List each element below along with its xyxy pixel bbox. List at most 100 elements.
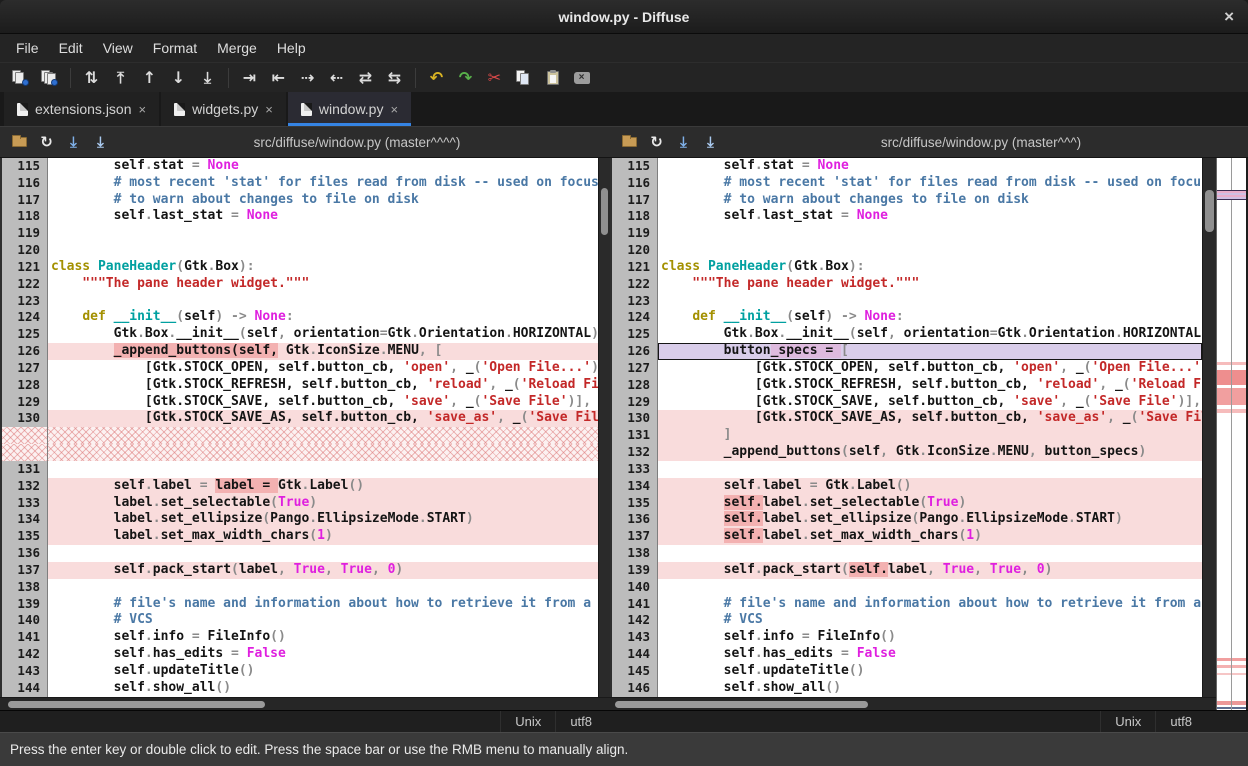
scrollbar-thumb[interactable]	[615, 701, 868, 708]
code-line[interactable]	[658, 242, 1202, 259]
copy-selection-right-button[interactable]: ⇥	[235, 65, 264, 91]
realign-all-button[interactable]: ⇅	[77, 65, 106, 91]
code-line[interactable]: # VCS	[658, 612, 1202, 629]
code-line[interactable]: def __init__(self) -> None:	[48, 309, 598, 326]
code-line[interactable]: [Gtk.STOCK_SAVE_AS, self.button_cb, 'sav…	[48, 410, 598, 427]
code-line[interactable]: # most recent 'stat' for files read from…	[658, 175, 1202, 192]
code-line[interactable]: self.pack_start(label, True, True, 0)	[48, 562, 598, 579]
code-line[interactable]: label.set_max_width_chars(1)	[48, 528, 598, 545]
code-line[interactable]: # to warn about changes to file on disk	[658, 192, 1202, 209]
code-view[interactable]: self.stat = None # most recent 'stat' fo…	[48, 158, 598, 697]
code-line[interactable]: self.stat = None	[658, 158, 1202, 175]
menu-format[interactable]: Format	[143, 37, 207, 59]
copy-left-into-selection-button[interactable]: ⇢	[293, 65, 322, 91]
reload-file-button[interactable]: ↻	[643, 130, 670, 154]
new-3-way-file-merge-button[interactable]	[35, 65, 64, 91]
code-line[interactable]	[48, 427, 598, 444]
cut-button[interactable]: ✂	[480, 65, 509, 91]
window-close-button[interactable]: ×	[1224, 0, 1234, 33]
code-line[interactable]: # to warn about changes to file on disk	[48, 192, 598, 209]
menu-merge[interactable]: Merge	[207, 37, 267, 59]
code-line[interactable]	[48, 444, 598, 461]
code-line[interactable]: _append_buttons(self, Gtk.IconSize.MENU,…	[48, 343, 598, 360]
code-line[interactable]: Gtk.Box.__init__(self, orientation=Gtk.O…	[48, 326, 598, 343]
horizontal-scrollbar[interactable]	[0, 697, 610, 710]
code-line[interactable]: self.pack_start(self.label, True, True, …	[658, 562, 1202, 579]
code-line[interactable]	[48, 225, 598, 242]
save-file-button[interactable]: ⤓	[670, 130, 697, 154]
save-file-as-button[interactable]: ⤓	[87, 130, 114, 154]
diff-overview-map[interactable]	[1216, 158, 1248, 710]
next-difference-button[interactable]: ↓	[164, 65, 193, 91]
menu-view[interactable]: View	[93, 37, 143, 59]
code-line[interactable]: self.label.set_selectable(True)	[658, 495, 1202, 512]
code-line[interactable]: self.label = Gtk.Label()	[658, 478, 1202, 495]
code-line[interactable]: self.show_all()	[658, 680, 1202, 697]
open-file-button[interactable]	[616, 130, 643, 154]
copy-button[interactable]	[509, 65, 538, 91]
code-line[interactable]: self.stat = None	[48, 158, 598, 175]
clear-edits-button[interactable]: ×	[567, 65, 596, 91]
code-line[interactable]: [Gtk.STOCK_SAVE_AS, self.button_cb, 'sav…	[658, 410, 1202, 427]
previous-difference-button[interactable]: ↑	[135, 65, 164, 91]
save-file-as-button[interactable]: ⤓	[697, 130, 724, 154]
merge-from-left-then-right-button[interactable]: ⇄	[351, 65, 380, 91]
save-file-button[interactable]: ⤓	[60, 130, 87, 154]
code-line[interactable]	[48, 461, 598, 478]
merge-from-right-then-left-button[interactable]: ⇆	[380, 65, 409, 91]
new-2-way-file-merge-button[interactable]	[6, 65, 35, 91]
scrollbar-thumb[interactable]	[1205, 190, 1214, 232]
code-line[interactable]: def __init__(self) -> None:	[658, 309, 1202, 326]
code-line[interactable]: self.has_edits = False	[658, 646, 1202, 663]
code-line[interactable]: """The pane header widget."""	[658, 276, 1202, 293]
code-line[interactable]	[658, 293, 1202, 310]
code-line[interactable]: self.last_stat = None	[48, 208, 598, 225]
reload-file-button[interactable]: ↻	[33, 130, 60, 154]
code-line[interactable]: # file's name and information about how …	[658, 596, 1202, 613]
paste-button[interactable]	[538, 65, 567, 91]
code-view[interactable]: self.stat = None # most recent 'stat' fo…	[658, 158, 1202, 697]
tab-close-button[interactable]: ×	[390, 102, 398, 117]
code-line[interactable]: [Gtk.STOCK_REFRESH, self.button_cb, 'rel…	[658, 377, 1202, 394]
undo-button[interactable]: ↶	[422, 65, 451, 91]
code-line[interactable]	[48, 579, 598, 596]
code-line[interactable]: _append_buttons(self, Gtk.IconSize.MENU,…	[658, 444, 1202, 461]
tab-widgets.py[interactable]: widgets.py×	[161, 92, 286, 126]
code-line[interactable]: [Gtk.STOCK_SAVE, self.button_cb, 'save',…	[658, 394, 1202, 411]
code-line[interactable]: [Gtk.STOCK_OPEN, self.button_cb, 'open',…	[658, 360, 1202, 377]
tab-extensions.json[interactable]: extensions.json×	[4, 92, 159, 126]
menu-help[interactable]: Help	[267, 37, 316, 59]
code-line[interactable]: # file's name and information about how …	[48, 596, 598, 613]
code-line[interactable]	[658, 225, 1202, 242]
code-line[interactable]: [Gtk.STOCK_OPEN, self.button_cb, 'open',…	[48, 360, 598, 377]
code-line[interactable]: # VCS	[48, 612, 598, 629]
code-line[interactable]: self.show_all()	[48, 680, 598, 697]
code-line[interactable]	[48, 545, 598, 562]
code-line[interactable]: self.updateTitle()	[658, 663, 1202, 680]
redo-button[interactable]: ↷	[451, 65, 480, 91]
code-line[interactable]: self.has_edits = False	[48, 646, 598, 663]
code-line[interactable]	[48, 242, 598, 259]
vertical-scrollbar[interactable]	[1202, 158, 1216, 697]
code-line[interactable]: self.last_stat = None	[658, 208, 1202, 225]
code-line[interactable]: class PaneHeader(Gtk.Box):	[658, 259, 1202, 276]
open-file-button[interactable]	[6, 130, 33, 154]
copy-selection-left-button[interactable]: ⇤	[264, 65, 293, 91]
scrollbar-thumb[interactable]	[601, 188, 608, 235]
menu-edit[interactable]: Edit	[49, 37, 93, 59]
code-line[interactable]: ]	[658, 427, 1202, 444]
code-line[interactable]	[658, 461, 1202, 478]
tab-close-button[interactable]: ×	[265, 102, 273, 117]
code-line[interactable]	[658, 579, 1202, 596]
horizontal-scrollbar[interactable]	[610, 697, 1216, 710]
scrollbar-thumb[interactable]	[8, 701, 265, 708]
code-line[interactable]: label.set_selectable(True)	[48, 495, 598, 512]
code-line[interactable]: label.set_ellipsize(Pango.EllipsizeMode.…	[48, 511, 598, 528]
tab-window.py[interactable]: window.py×	[288, 92, 411, 126]
code-line[interactable]: self.updateTitle()	[48, 663, 598, 680]
last-difference-button[interactable]: ⤓	[193, 65, 222, 91]
copy-right-into-selection-button[interactable]: ⇠	[322, 65, 351, 91]
code-line[interactable]: Gtk.Box.__init__(self, orientation=Gtk.O…	[658, 326, 1202, 343]
code-line[interactable]: class PaneHeader(Gtk.Box):	[48, 259, 598, 276]
code-line[interactable]: [Gtk.STOCK_SAVE, self.button_cb, 'save',…	[48, 394, 598, 411]
